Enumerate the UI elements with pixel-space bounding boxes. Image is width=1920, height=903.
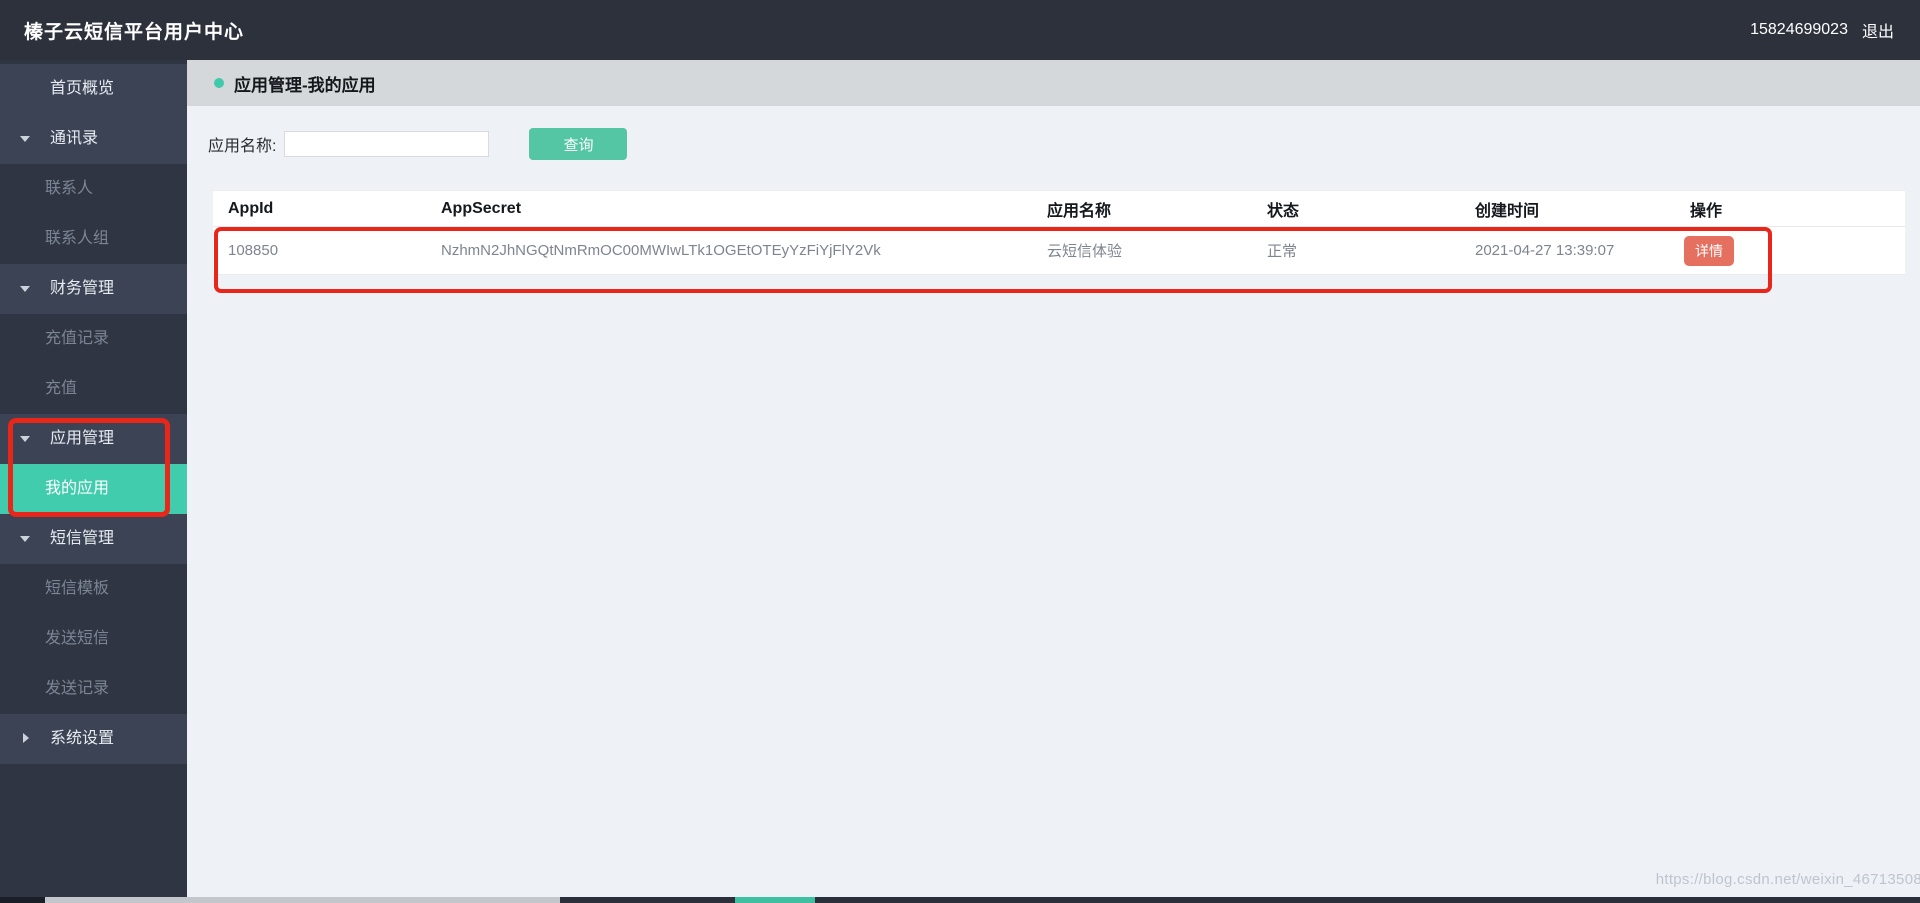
column-header: AppId <box>228 200 441 218</box>
column-header: 创建时间 <box>1475 197 1690 221</box>
chevron-down-icon <box>20 536 30 547</box>
sidebar-item-label: 短信管理 <box>50 530 114 547</box>
sidebar-item-label: 联系人 <box>45 180 93 197</box>
account-phone: 15824699023 <box>1750 21 1848 39</box>
sidebar-item-充值[interactable]: 充值 <box>0 364 187 414</box>
scrollbar-teal-segment <box>735 897 815 903</box>
column-header: AppSecret <box>441 200 1047 218</box>
breadcrumb-dot-icon <box>214 78 224 88</box>
table-cell: 2021-04-27 13:39:07 <box>1475 242 1690 259</box>
sidebar-item-label: 首页概览 <box>50 80 114 97</box>
sidebar-item-充值记录[interactable]: 充值记录 <box>0 314 187 364</box>
scrollbar-thumb[interactable] <box>45 897 560 903</box>
sidebar-item-短信模板[interactable]: 短信模板 <box>0 564 187 614</box>
sidebar-item-label: 应用管理 <box>50 430 114 447</box>
sidebar-item-发送记录[interactable]: 发送记录 <box>0 664 187 714</box>
column-header: 状态 <box>1267 197 1475 221</box>
sidebar-item-label: 通讯录 <box>50 130 98 147</box>
sidebar-menu: 首页概览通讯录联系人联系人组财务管理充值记录充值应用管理我的应用短信管理短信模板… <box>0 60 187 903</box>
sidebar-item-label: 充值记录 <box>45 330 109 347</box>
query-button[interactable]: 查询 <box>529 128 627 160</box>
sidebar-item-label: 财务管理 <box>50 280 114 297</box>
applications-table: AppIdAppSecret应用名称状态创建时间操作 108850NzhmN2J… <box>213 190 1905 275</box>
sidebar-item-首页概览[interactable]: 首页概览 <box>0 64 187 114</box>
chevron-down-icon <box>20 136 30 147</box>
sidebar-item-通讯录[interactable]: 通讯录 <box>0 114 187 164</box>
app-title: 榛子云短信平台用户中心 <box>0 17 244 44</box>
chevron-right-icon <box>23 733 34 743</box>
action-cell: 详情 <box>1690 236 1905 266</box>
sidebar-item-联系人组[interactable]: 联系人组 <box>0 214 187 264</box>
detail-button[interactable]: 详情 <box>1684 236 1734 266</box>
sidebar-item-label: 联系人组 <box>45 230 109 247</box>
page-title: 应用管理-我的应用 <box>234 71 376 96</box>
table-cell: 108850 <box>228 242 441 259</box>
sidebar-item-label: 充值 <box>45 380 77 397</box>
table-cell: 云短信体验 <box>1047 240 1267 261</box>
app-name-input[interactable] <box>284 131 489 157</box>
table-body: 108850NzhmN2JhNGQtNmRmOC00MWIwLTk1OGEtOT… <box>213 227 1905 275</box>
table-cell: NzhmN2JhNGQtNmRmOC00MWIwLTk1OGEtOTEyYzFi… <box>441 242 1047 259</box>
scrollbar-corner <box>0 897 45 903</box>
search-bar: 应用名称: 查询 <box>208 128 627 160</box>
sidebar-item-联系人[interactable]: 联系人 <box>0 164 187 214</box>
table-row: 108850NzhmN2JhNGQtNmRmOC00MWIwLTk1OGEtOT… <box>213 227 1905 275</box>
breadcrumb: 应用管理-我的应用 <box>187 60 1920 106</box>
chevron-down-icon <box>20 286 30 297</box>
app-name-label: 应用名称: <box>208 132 276 156</box>
main-content: 应用管理-我的应用 应用名称: 查询 AppIdAppSecret应用名称状态创… <box>187 60 1920 903</box>
column-header: 应用名称 <box>1047 197 1267 221</box>
sidebar-item-短信管理[interactable]: 短信管理 <box>0 514 187 564</box>
column-header: 操作 <box>1690 197 1905 221</box>
sidebar-item-label: 发送记录 <box>45 680 109 697</box>
sidebar-item-财务管理[interactable]: 财务管理 <box>0 264 187 314</box>
sidebar-item-label: 短信模板 <box>45 580 109 597</box>
sidebar-item-发送短信[interactable]: 发送短信 <box>0 614 187 664</box>
table-cell: 正常 <box>1267 240 1475 261</box>
top-bar: 榛子云短信平台用户中心 15824699023 退出 <box>0 0 1920 60</box>
logout-button[interactable]: 退出 <box>1862 18 1894 42</box>
horizontal-scrollbar[interactable] <box>0 897 1920 903</box>
sidebar-item-应用管理[interactable]: 应用管理 <box>0 414 187 464</box>
sidebar-item-label: 系统设置 <box>50 730 114 747</box>
chevron-down-icon <box>20 436 30 447</box>
sidebar-item-label: 发送短信 <box>45 630 109 647</box>
sidebar-item-我的应用[interactable]: 我的应用 <box>0 464 187 514</box>
sidebar-item-label: 我的应用 <box>45 480 109 497</box>
table-header-row: AppIdAppSecret应用名称状态创建时间操作 <box>213 190 1905 227</box>
sidebar-item-系统设置[interactable]: 系统设置 <box>0 714 187 764</box>
